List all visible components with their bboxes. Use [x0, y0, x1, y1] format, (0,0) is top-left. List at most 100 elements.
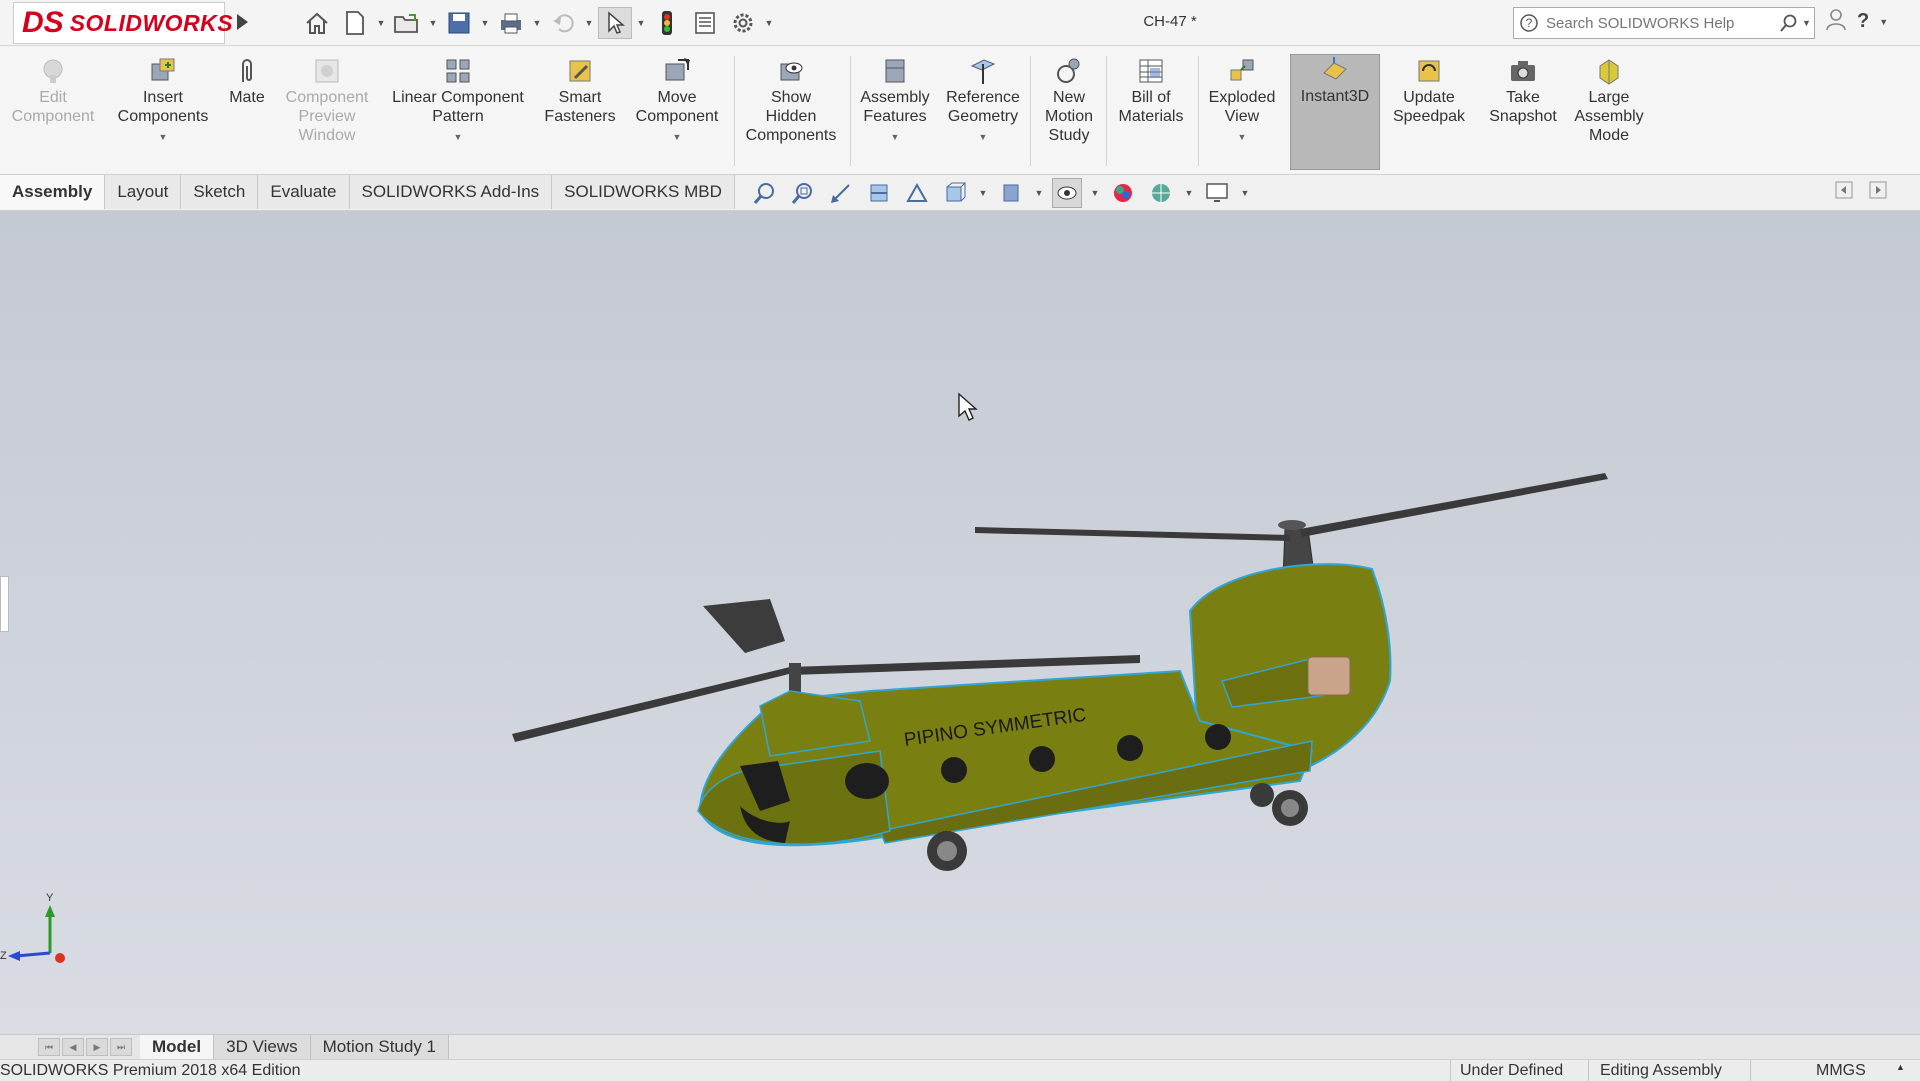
display-style-icon[interactable] — [996, 178, 1026, 208]
reference-geometry-label: Reference Geometry — [946, 89, 1020, 125]
zoom-to-fit-icon[interactable] — [750, 178, 780, 208]
help-question-icon: ? — [1514, 13, 1544, 33]
status-separator — [1450, 1060, 1451, 1081]
move-component-dropdown-icon[interactable]: ▼ — [673, 128, 682, 147]
assembly-features-dropdown-icon[interactable]: ▼ — [891, 128, 900, 147]
save-icon[interactable] — [442, 7, 476, 39]
zoom-to-area-icon[interactable] — [788, 178, 818, 208]
help-search-box[interactable]: ? ▼ — [1513, 7, 1815, 39]
move-component-label: Move Component — [635, 89, 719, 125]
next-tab-arrow-icon[interactable]: ▶ — [86, 1038, 108, 1056]
bill-of-materials-button[interactable]: Bill of Materials — [1108, 56, 1194, 126]
open-dropdown-icon[interactable]: ▼ — [428, 7, 438, 39]
title-bar: DS SOLIDWORKS ▼ ▼ ▼ ▼ ▼ ▼ ▼ CH-47 * ? Se… — [0, 0, 1920, 46]
rebuild-traffic-light-icon[interactable] — [650, 7, 684, 39]
large-assembly-mode-icon — [1594, 56, 1624, 86]
apply-scene-dropdown-icon[interactable]: ▼ — [1184, 177, 1194, 209]
tab-solidworks-mbd[interactable]: SOLIDWORKS MBD — [552, 175, 735, 209]
options-dropdown-icon[interactable]: ▼ — [764, 7, 774, 39]
dynamic-annotation-views-icon[interactable] — [902, 178, 932, 208]
search-magnifier-icon[interactable] — [1776, 13, 1802, 33]
exploded-view-button[interactable]: Exploded View ▼ — [1200, 56, 1284, 147]
new-motion-study-button[interactable]: New Motion Study — [1034, 56, 1104, 145]
new-dropdown-icon[interactable]: ▼ — [376, 7, 386, 39]
tab-motion-study-1[interactable]: Motion Study 1 — [310, 1035, 450, 1059]
tab-model[interactable]: Model — [140, 1035, 215, 1059]
move-component-button[interactable]: Move Component ▼ — [626, 56, 728, 147]
reference-geometry-dropdown-icon[interactable]: ▼ — [979, 128, 988, 147]
unit-system-dropdown-icon[interactable]: ▲ — [1896, 1062, 1905, 1072]
search-dropdown-icon[interactable]: ▼ — [1802, 18, 1814, 28]
help-icon[interactable]: ? — [1857, 10, 1869, 33]
unit-system[interactable]: MMGS — [1816, 1062, 1866, 1080]
status-separator — [1588, 1060, 1589, 1081]
last-tab-arrow-icon[interactable]: ⏭ — [110, 1038, 132, 1056]
tab-solidworks-add-ins[interactable]: SOLIDWORKS Add-Ins — [349, 175, 553, 209]
open-folder-icon[interactable] — [390, 7, 424, 39]
update-speedpak-label: Update Speedpak — [1392, 89, 1466, 125]
show-hidden-components-button[interactable]: Show Hidden Components — [736, 56, 846, 145]
apply-scene-icon[interactable] — [1146, 178, 1176, 208]
large-assembly-mode-button[interactable]: Large Assembly Mode — [1566, 56, 1652, 145]
insert-components-dropdown-icon[interactable]: ▼ — [159, 128, 168, 147]
bottom-tabs: Model 3D Views Motion Study 1 — [140, 1035, 450, 1059]
take-snapshot-button[interactable]: Take Snapshot — [1478, 56, 1568, 126]
tab-evaluate[interactable]: Evaluate — [258, 175, 350, 209]
save-dropdown-icon[interactable]: ▼ — [480, 7, 490, 39]
reference-geometry-button[interactable]: Reference Geometry ▼ — [940, 56, 1026, 147]
section-view-icon[interactable] — [864, 178, 894, 208]
view-orientation-dropdown-icon[interactable]: ▼ — [978, 177, 988, 209]
prev-tab-arrow-icon[interactable]: ◀ — [62, 1038, 84, 1056]
exploded-view-dropdown-icon[interactable]: ▼ — [1238, 128, 1247, 147]
view-settings-monitor-icon[interactable] — [1202, 178, 1232, 208]
print-dropdown-icon[interactable]: ▼ — [532, 7, 542, 39]
help-search-input[interactable] — [1544, 13, 1776, 33]
tab-layout[interactable]: Layout — [105, 175, 182, 209]
hide-show-dropdown-icon[interactable]: ▼ — [1090, 177, 1100, 209]
menu-expand-arrow-icon[interactable] — [232, 10, 252, 34]
motion-study-icon — [1054, 56, 1084, 86]
linear-pattern-dropdown-icon[interactable]: ▼ — [454, 128, 463, 147]
update-speedpak-button[interactable]: Update Speedpak — [1384, 56, 1474, 126]
component-preview-window-button[interactable]: Component Preview Window — [276, 56, 378, 145]
instant3d-button[interactable]: Instant3D — [1290, 54, 1380, 170]
view-settings-dropdown-icon[interactable]: ▼ — [1240, 177, 1250, 209]
edit-component-button[interactable]: Edit Component — [6, 56, 100, 126]
tab-assembly[interactable]: Assembly — [0, 175, 106, 209]
edit-appearance-icon[interactable] — [1108, 178, 1138, 208]
options-gear-icon[interactable] — [726, 7, 760, 39]
graphics-area[interactable]: PIPINO SYMMETRIC Y Z — [0, 211, 1920, 1034]
select-dropdown-icon[interactable]: ▼ — [636, 7, 646, 39]
tab-3d-views[interactable]: 3D Views — [214, 1035, 311, 1059]
hide-show-items-icon[interactable] — [1052, 178, 1082, 208]
select-pointer-icon[interactable] — [598, 7, 632, 39]
bill-of-materials-label: Bill of Materials — [1118, 89, 1184, 125]
home-icon[interactable] — [300, 7, 334, 39]
helicopter-model[interactable]: PIPINO SYMMETRIC Y Z — [0, 211, 1920, 1034]
mate-button[interactable]: Mate — [222, 56, 272, 107]
undo-dropdown-icon[interactable]: ▼ — [584, 7, 594, 39]
view-orientation-icon[interactable] — [940, 178, 970, 208]
collapse-right-panel-icon[interactable] — [1869, 181, 1887, 204]
new-document-icon[interactable] — [338, 7, 372, 39]
print-icon[interactable] — [494, 7, 528, 39]
help-dropdown-icon[interactable]: ▼ — [1879, 17, 1888, 27]
insert-components-button[interactable]: Insert Components ▼ — [108, 56, 218, 147]
smart-fasteners-button[interactable]: Smart Fasteners — [536, 56, 624, 126]
user-account-icon[interactable] — [1825, 7, 1847, 36]
solidworks-logo[interactable]: DS SOLIDWORKS — [13, 2, 233, 44]
smart-fasteners-icon — [565, 56, 595, 86]
display-style-dropdown-icon[interactable]: ▼ — [1034, 177, 1044, 209]
first-tab-arrow-icon[interactable]: ⏮ — [38, 1038, 60, 1056]
tab-sketch[interactable]: Sketch — [181, 175, 259, 209]
reference-triad: Y Z — [0, 892, 65, 963]
show-hidden-components-label: Show Hidden Components — [745, 89, 837, 144]
undo-icon[interactable] — [546, 7, 580, 39]
linear-component-pattern-button[interactable]: Linear Component Pattern ▼ — [382, 56, 534, 147]
file-properties-icon[interactable] — [688, 7, 722, 39]
previous-view-icon[interactable] — [826, 178, 856, 208]
collapse-left-panel-icon[interactable] — [1835, 181, 1853, 204]
assembly-features-button[interactable]: Assembly Features ▼ — [852, 56, 938, 147]
status-bar: SOLIDWORKS Premium 2018 x64 Edition Unde… — [0, 1059, 1920, 1081]
linear-pattern-icon — [443, 56, 473, 86]
